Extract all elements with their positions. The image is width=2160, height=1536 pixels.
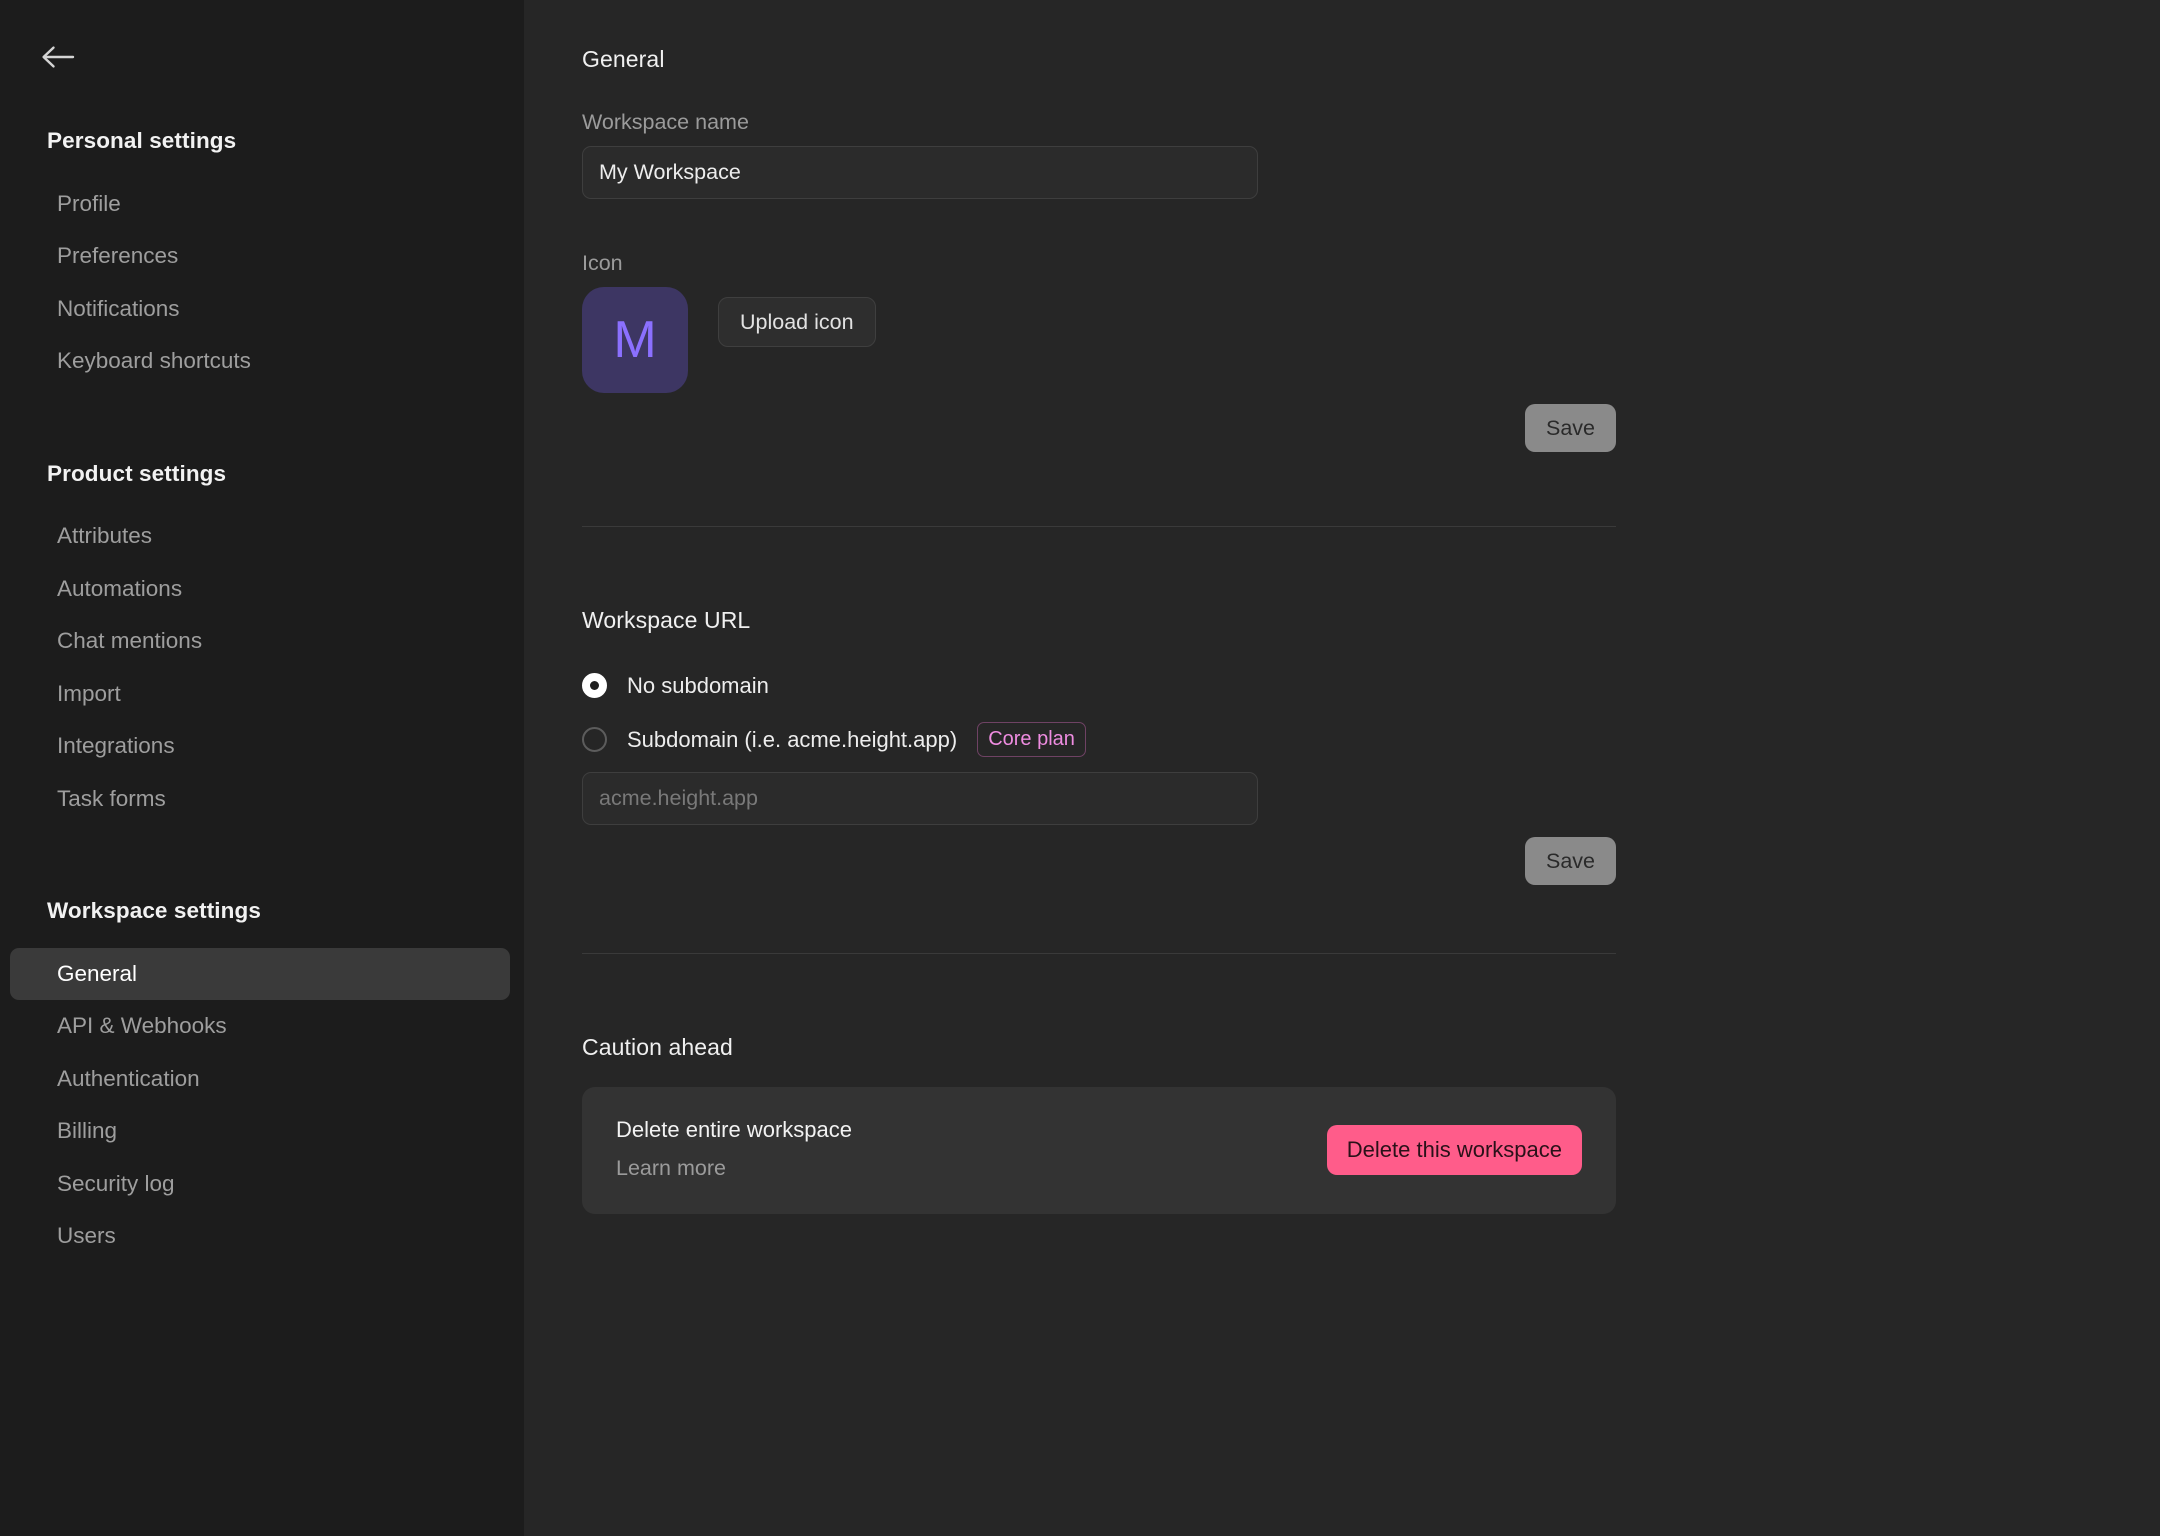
nav-group-product-settings: Product settings Attributes Automations … (0, 460, 524, 826)
save-workspace-url-button[interactable]: Save (1524, 837, 1616, 885)
sidebar-item-keyboard-shortcuts[interactable]: Keyboard shortcuts (10, 335, 510, 388)
radio-label-subdomain: Subdomain (i.e. acme.height.app) (627, 726, 958, 752)
nav-group-title-product-settings: Product settings (47, 460, 227, 486)
settings-sidebar: Personal settings Profile Preferences No… (0, 0, 524, 1536)
nav-group-personal-settings: Personal settings Profile Preferences No… (0, 128, 524, 388)
delete-workspace-title: Delete entire workspace (616, 1117, 853, 1142)
radio-row-no-subdomain[interactable]: No subdomain (582, 673, 769, 698)
settings-main: General Workspace name Icon M Upload ico… (524, 0, 2160, 1536)
caution-heading: Caution ahead (582, 1034, 733, 1060)
sidebar-item-preferences[interactable]: Preferences (10, 230, 510, 283)
workspace-name-input[interactable] (582, 146, 1258, 199)
workspace-url-save-row: Save (582, 837, 1616, 885)
sidebar-item-integrations[interactable]: Integrations (10, 720, 510, 773)
nav-group-title-personal-settings: Personal settings (47, 128, 237, 153)
sidebar-item-users[interactable]: Users (10, 1210, 510, 1263)
sidebar-item-profile[interactable]: Profile (10, 178, 510, 231)
sidebar-item-security-log[interactable]: Security log (10, 1158, 510, 1211)
radio-label-no-subdomain: No subdomain (627, 672, 769, 698)
workspace-url-heading: Workspace URL (582, 607, 751, 633)
sidebar-item-task-forms[interactable]: Task forms (10, 773, 510, 826)
divider-1 (582, 526, 1616, 527)
workspace-name-label: Workspace name (582, 110, 749, 134)
upload-icon-button[interactable]: Upload icon (718, 297, 876, 347)
nav-group-title-workspace-settings: Workspace settings (47, 898, 261, 923)
delete-workspace-button[interactable]: Delete this workspace (1326, 1124, 1582, 1175)
radio-no-subdomain[interactable] (582, 673, 607, 698)
radio-row-subdomain[interactable]: Subdomain (i.e. acme.height.app) Core pl… (582, 722, 1086, 757)
delete-workspace-card: Delete entire workspace Learn more Delet… (582, 1087, 1616, 1214)
icon-row: M Upload icon (582, 287, 876, 393)
learn-more-link[interactable]: Learn more (616, 1156, 726, 1180)
sidebar-item-billing[interactable]: Billing (10, 1105, 510, 1158)
sidebar-item-general[interactable]: General (10, 947, 510, 1000)
core-plan-badge[interactable]: Core plan (977, 722, 1086, 757)
back-button[interactable] (40, 37, 86, 77)
page-title: General (582, 46, 665, 72)
workspace-avatar: M (582, 287, 688, 393)
subdomain-input[interactable] (582, 772, 1258, 825)
radio-subdomain[interactable] (582, 727, 607, 752)
sidebar-item-api-webhooks[interactable]: API & Webhooks (10, 1000, 510, 1053)
icon-label: Icon (582, 251, 623, 275)
sidebar-item-attributes[interactable]: Attributes (10, 510, 510, 563)
sidebar-nav: Personal settings Profile Preferences No… (0, 0, 524, 1263)
divider-2 (582, 953, 1616, 954)
delete-workspace-text: Delete entire workspace Learn more (616, 1119, 852, 1180)
arrow-left-icon (40, 44, 76, 70)
save-general-button[interactable]: Save (1524, 404, 1616, 452)
sidebar-item-notifications[interactable]: Notifications (10, 283, 510, 336)
nav-group-workspace-settings: Workspace settings General API & Webhook… (0, 898, 524, 1263)
settings-app: Personal settings Profile Preferences No… (0, 0, 2160, 1536)
sidebar-item-automations[interactable]: Automations (10, 563, 510, 616)
sidebar-item-authentication[interactable]: Authentication (10, 1053, 510, 1106)
general-save-row: Save (582, 404, 1616, 452)
sidebar-item-import[interactable]: Import (10, 668, 510, 721)
sidebar-item-chat-mentions[interactable]: Chat mentions (10, 615, 510, 668)
